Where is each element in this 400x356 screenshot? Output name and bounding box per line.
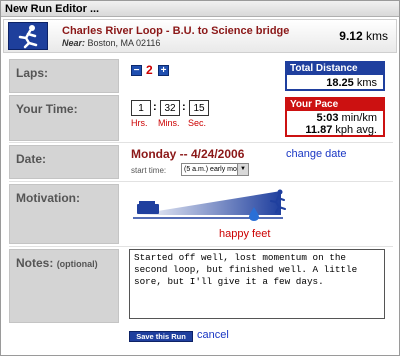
row-divider	[9, 142, 393, 143]
motivation-label: Motivation:	[9, 184, 119, 244]
hours-input[interactable]	[131, 100, 151, 116]
route-header: Charles River Loop - B.U. to Science bri…	[3, 19, 397, 53]
time-separator: :	[153, 101, 157, 113]
notes-optional: (optional)	[56, 259, 98, 269]
notes-label: Notes: (optional)	[9, 249, 119, 323]
hours-label: Hrs.	[131, 118, 148, 128]
pace-min-value: 5:03	[316, 112, 339, 124]
seconds-input[interactable]	[189, 100, 209, 116]
total-distance-header: Total Distance	[287, 63, 383, 75]
route-name[interactable]: Charles River Loop - B.U. to Science bri…	[62, 25, 289, 37]
total-distance-value: 18.25	[326, 77, 354, 89]
runner-icon	[8, 22, 48, 50]
change-date-link[interactable]: change date	[286, 148, 347, 160]
seconds-label: Sec.	[188, 118, 207, 128]
start-time-select[interactable]: (5 a.m.) early mornin ▼	[181, 163, 249, 176]
time-label: Your Time:	[9, 95, 119, 141]
save-run-button[interactable]: Save this Run	[129, 331, 193, 342]
time-separator: :	[182, 101, 186, 113]
cancel-link[interactable]: cancel	[197, 329, 229, 341]
near-label: Near:	[62, 38, 86, 48]
route-distance-unit: kms	[366, 29, 388, 43]
total-distance-panel: Total Distance 18.25 kms	[285, 61, 385, 91]
pace-kph-display: 11.87 kph avg.	[287, 124, 383, 136]
date-value: Monday -- 4/24/2006	[131, 147, 245, 161]
total-distance-display: 18.25 kms	[287, 75, 383, 89]
pace-header: Your Pace	[287, 99, 383, 111]
pace-kph-unit: kph avg.	[335, 124, 377, 136]
minutes-input[interactable]	[160, 100, 180, 116]
chevron-down-icon: ▼	[237, 164, 248, 175]
route-near: Near: Boston, MA 02116	[62, 38, 160, 48]
motivation-text: happy feet	[219, 228, 271, 240]
route-distance: 9.12 kms	[339, 29, 388, 43]
increase-laps-button[interactable]: +	[158, 65, 169, 76]
slider-handle-icon[interactable]	[249, 207, 259, 224]
laps-value: 2	[146, 63, 153, 77]
total-distance-unit: kms	[356, 77, 377, 89]
row-divider	[9, 181, 393, 182]
date-label: Date:	[9, 145, 119, 179]
motivation-slider[interactable]	[131, 189, 291, 228]
minutes-label: Mins.	[158, 118, 180, 128]
near-value: Boston, MA 02116	[87, 38, 161, 48]
pace-min-display: 5:03 min/km	[287, 111, 383, 124]
route-distance-value: 9.12	[339, 29, 363, 43]
runner-icon	[269, 189, 289, 216]
laps-label: Laps:	[9, 59, 119, 93]
pace-min-unit: min/km	[341, 112, 377, 124]
start-time-label: start time:	[131, 166, 167, 175]
pace-kph-value: 11.87	[305, 124, 333, 136]
notes-textarea[interactable]: Started off well, lost momentum on the s…	[129, 249, 385, 319]
window-title: New Run Editor ...	[1, 1, 399, 17]
row-divider	[9, 246, 393, 247]
run-editor-window: New Run Editor ... Charles River Loop - …	[0, 0, 400, 356]
pace-panel: Your Pace 5:03 min/km 11.87 kph avg.	[285, 97, 385, 137]
decrease-laps-button[interactable]: −	[131, 65, 142, 76]
